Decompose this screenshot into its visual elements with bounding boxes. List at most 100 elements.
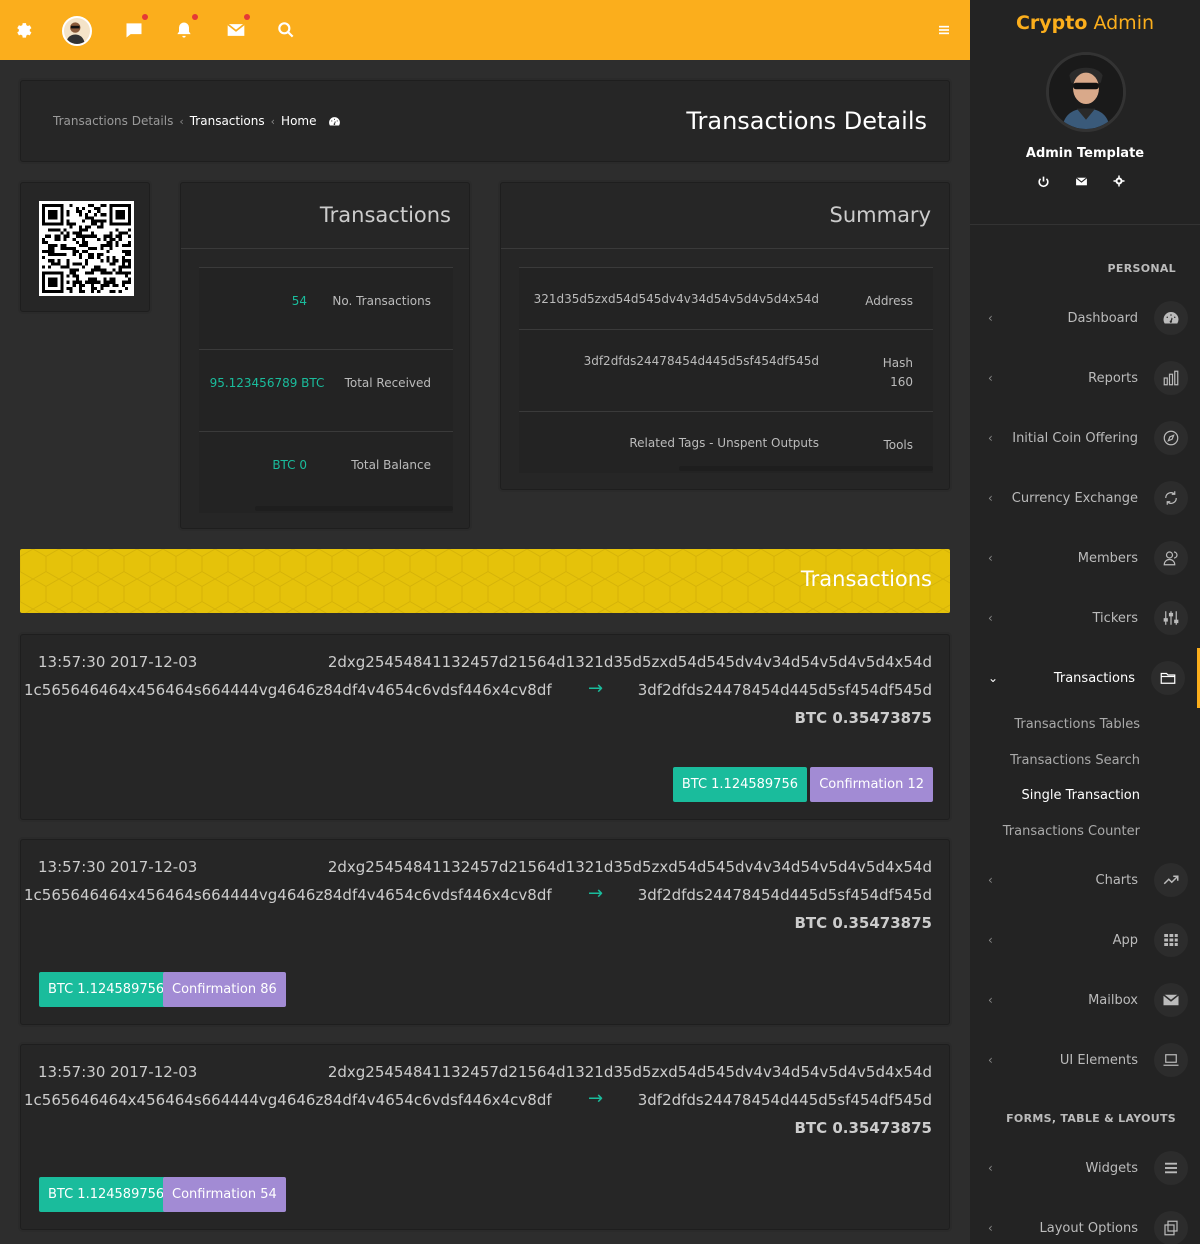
sidebar-item-label: Initial Coin Offering <box>1012 430 1138 446</box>
sidebar-item-charts[interactable]: ‹ Charts <box>970 850 1200 910</box>
chevron-left-icon: ‹ <box>988 1053 993 1067</box>
notification-dot <box>142 14 148 20</box>
sidebar-item-label: Charts <box>1095 872 1139 888</box>
summary-value: 3df2dfds24478454d445d5sf454df545d <box>583 354 819 368</box>
summary-value: 321d35d5zxd54d545dv4v34d54v5d4v5d4x54d <box>533 292 819 306</box>
users-icon <box>1154 541 1188 575</box>
sidebar-item-mailbox[interactable]: ‹ Mailbox <box>970 970 1200 1030</box>
sidebar-subitem-transactions-counter[interactable]: Transactions Counter <box>1003 824 1140 839</box>
mail-icon[interactable] <box>1074 174 1088 188</box>
transaction-card: 13:57:30 2017-12-03 2dxg25454841132457d2… <box>20 634 950 820</box>
sidebar-item-members[interactable]: ‹ Members <box>970 528 1200 588</box>
sidebar-item-app[interactable]: ‹ App <box>970 910 1200 970</box>
chevron-left-icon: ‹ <box>988 611 993 625</box>
transaction-amount: BTC 0.35473875 <box>794 1119 932 1137</box>
menu-icon[interactable] <box>932 18 956 42</box>
sidebar: Crypto Admin Admin Template PERSONAL ‹ D… <box>970 0 1200 1244</box>
stat-value: 54 <box>291 294 307 308</box>
transaction-to[interactable]: 3df2dfds24478454d445d5sf454df545d <box>638 681 932 699</box>
power-icon[interactable] <box>1036 174 1050 188</box>
breadcrumb-card: Transactions Details ‹ Transactions ‹ Ho… <box>20 80 950 162</box>
summary-card: Summary 321d35d5zxd54d545dv4v34d54v5d4v5… <box>500 182 950 490</box>
notification-dot <box>244 14 250 20</box>
stat-row: 54 No. Transactions <box>199 267 453 349</box>
gear-icon[interactable] <box>12 18 36 42</box>
sidebar-item-currency-exchange[interactable]: ‹ Currency Exchange <box>970 468 1200 528</box>
sidebar-subitem-transactions-tables[interactable]: Transactions Tables <box>1014 717 1140 732</box>
bell-icon[interactable] <box>172 14 198 42</box>
transaction-from[interactable]: 1c565646464x456464s664444vg4646z84df4v46… <box>24 1091 552 1109</box>
copy-icon <box>1154 1211 1188 1244</box>
divider <box>181 248 469 249</box>
search-icon[interactable] <box>274 18 298 42</box>
chevron-left-icon: ‹ <box>988 933 993 947</box>
laptop-icon <box>1154 1043 1188 1077</box>
transaction-to[interactable]: 3df2dfds24478454d445d5sf454df545d <box>638 886 932 904</box>
sidebar-item-label: Dashboard <box>1067 310 1138 326</box>
sidebar-item-layout-options[interactable]: ‹ Layout Options <box>970 1198 1200 1244</box>
summary-row: 3df2dfds24478454d445d5sf454df545d Hash 1… <box>519 329 933 411</box>
sidebar-item-tickers[interactable]: ‹ Tickers <box>970 588 1200 648</box>
btc-badge: BTC 1.124589756 <box>39 972 174 1007</box>
sidebar-item-label: Transactions <box>1053 670 1135 686</box>
divider <box>970 224 1200 225</box>
profile-avatar[interactable] <box>1046 52 1126 132</box>
summary-row: Related Tags - Unspent Outputs Tools <box>519 411 933 473</box>
horizontal-scrollbar[interactable] <box>255 506 453 511</box>
page-title: Transactions Details <box>686 107 927 135</box>
confirmation-badge: Confirmation 54 <box>163 1177 286 1212</box>
transaction-to[interactable]: 3df2dfds24478454d445d5sf454df545d <box>638 1091 932 1109</box>
mail-icon[interactable] <box>224 14 250 42</box>
transaction-time: 13:57:30 2017-12-03 <box>38 858 198 876</box>
stat-row: BTC 0 Total Balance <box>199 431 453 513</box>
top-bar <box>0 0 970 60</box>
sidebar-subitem-transactions-search[interactable]: Transactions Search <box>1010 753 1140 768</box>
horizontal-scrollbar[interactable] <box>679 466 933 471</box>
brand-bold: Crypto <box>1015 12 1088 34</box>
stat-value: 95.123456789 BTC <box>209 376 325 390</box>
sidebar-item-ico[interactable]: ‹ Initial Coin Offering <box>970 408 1200 468</box>
transaction-card: 13:57:30 2017-12-03 2dxg25454841132457d2… <box>20 839 950 1025</box>
transaction-from[interactable]: 1c565646464x456464s664444vg4646z84df4v46… <box>24 886 552 904</box>
sidebar-item-widgets[interactable]: ‹ Widgets <box>970 1138 1200 1198</box>
avatar[interactable] <box>62 16 92 46</box>
qr-card <box>20 182 150 312</box>
sidebar-item-label: Tickers <box>1092 610 1138 626</box>
transaction-hash: 2dxg25454841132457d21564d1321d35d5zxd54d… <box>327 653 932 671</box>
summary-value[interactable]: Related Tags - Unspent Outputs <box>629 436 819 450</box>
dashboard-icon[interactable] <box>328 115 341 128</box>
chevron-left-icon: ‹ <box>988 873 993 887</box>
notification-dot <box>192 14 198 20</box>
chevron-left-icon: ‹ <box>988 431 993 445</box>
btc-badge: BTC 1.124589756 <box>672 767 807 802</box>
summary-label: Tools <box>883 438 913 452</box>
chevron-left-icon: ‹ <box>988 1221 993 1235</box>
brand-logo[interactable]: Crypto Admin <box>970 12 1200 34</box>
breadcrumb-item-current: Transactions Details <box>53 114 174 128</box>
chat-icon[interactable] <box>122 14 148 42</box>
transactions-banner: Transactions <box>20 549 950 613</box>
transaction-card: 13:57:30 2017-12-03 2dxg25454841132457d2… <box>20 1044 950 1230</box>
dashboard-icon <box>1154 301 1188 335</box>
sidebar-item-ui-elements[interactable]: ‹ UI Elements <box>970 1030 1200 1090</box>
stat-label: No. Transactions <box>332 294 431 308</box>
breadcrumb-item-transactions[interactable]: Transactions <box>190 114 265 128</box>
arrow-right-icon: → <box>588 1088 604 1109</box>
sidebar-item-label: Layout Options <box>1039 1220 1138 1236</box>
sidebar-subitem-single-transaction[interactable]: Single Transaction <box>1022 788 1140 803</box>
transaction-from[interactable]: 1c565646464x456464s664444vg4646z84df4v46… <box>24 681 552 699</box>
gear-icon[interactable] <box>1112 174 1126 188</box>
sidebar-item-label: Currency Exchange <box>1011 490 1138 506</box>
compass-icon <box>1154 421 1188 455</box>
sidebar-item-reports[interactable]: ‹ Reports <box>970 348 1200 408</box>
sidebar-item-dashboard[interactable]: ‹ Dashboard <box>970 288 1200 348</box>
summary-label: Hash 160 <box>882 356 913 389</box>
chevron-left-icon: ‹ <box>270 114 276 128</box>
summary-box-title: Summary <box>829 203 931 227</box>
confirmation-badge: Confirmation 86 <box>163 972 286 1007</box>
chevron-down-icon: ⌄ <box>988 671 999 685</box>
stat-label: Total Received <box>344 376 431 390</box>
sidebar-item-transactions[interactable]: ⌄ Transactions <box>970 648 1200 708</box>
breadcrumb-item-home[interactable]: Home <box>281 114 316 128</box>
sidebar-item-label: UI Elements <box>1059 1052 1138 1068</box>
